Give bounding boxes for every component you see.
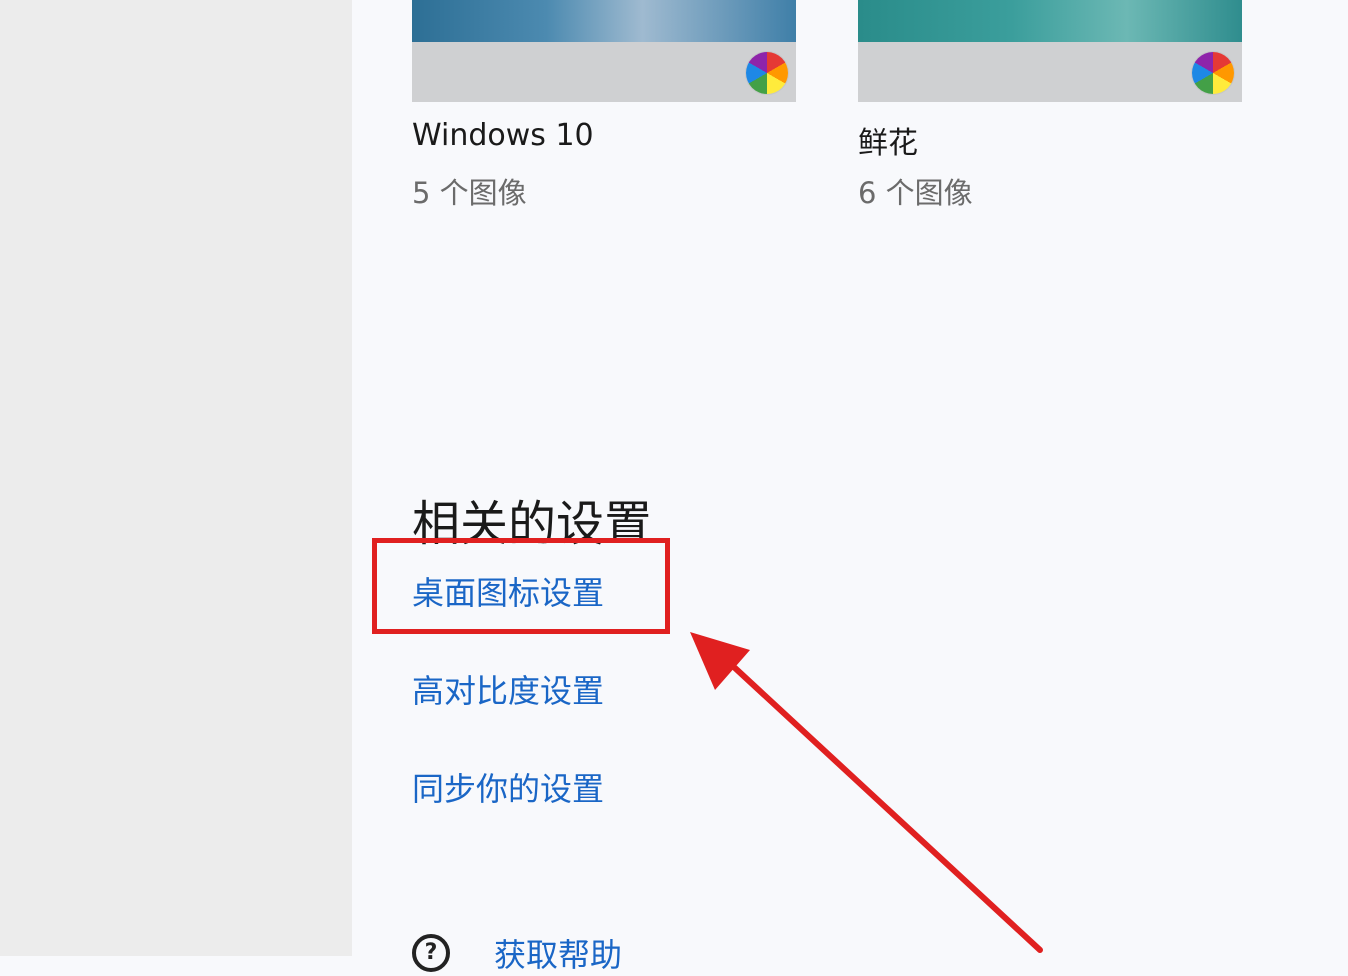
- high-contrast-settings-link[interactable]: 高对比度设置: [412, 666, 604, 712]
- color-wheel-icon: [1192, 52, 1234, 94]
- sync-settings-link[interactable]: 同步你的设置: [412, 764, 604, 810]
- theme-image-count: 5 个图像: [412, 176, 527, 210]
- theme-card-windows10[interactable]: Windows 10 5 个图像: [412, 0, 796, 210]
- wallpaper-preview: [858, 0, 1242, 42]
- theme-thumbnail[interactable]: [858, 0, 1242, 102]
- settings-sidebar: [0, 0, 352, 956]
- theme-image-count: 6 个图像: [858, 176, 973, 210]
- theme-card-flowers[interactable]: 鲜花 6 个图像: [858, 0, 1242, 210]
- get-help-link[interactable]: 获取帮助: [494, 930, 622, 976]
- taskbar-preview: [412, 42, 796, 102]
- color-wheel-icon: [746, 52, 788, 94]
- help-chat-icon: ?: [412, 934, 450, 972]
- theme-title: Windows 10: [412, 118, 594, 153]
- theme-thumbnail[interactable]: [412, 0, 796, 102]
- theme-title: 鲜花: [858, 126, 918, 161]
- annotation-highlight-box: [372, 538, 670, 634]
- taskbar-preview: [858, 42, 1242, 102]
- wallpaper-preview: [412, 0, 796, 42]
